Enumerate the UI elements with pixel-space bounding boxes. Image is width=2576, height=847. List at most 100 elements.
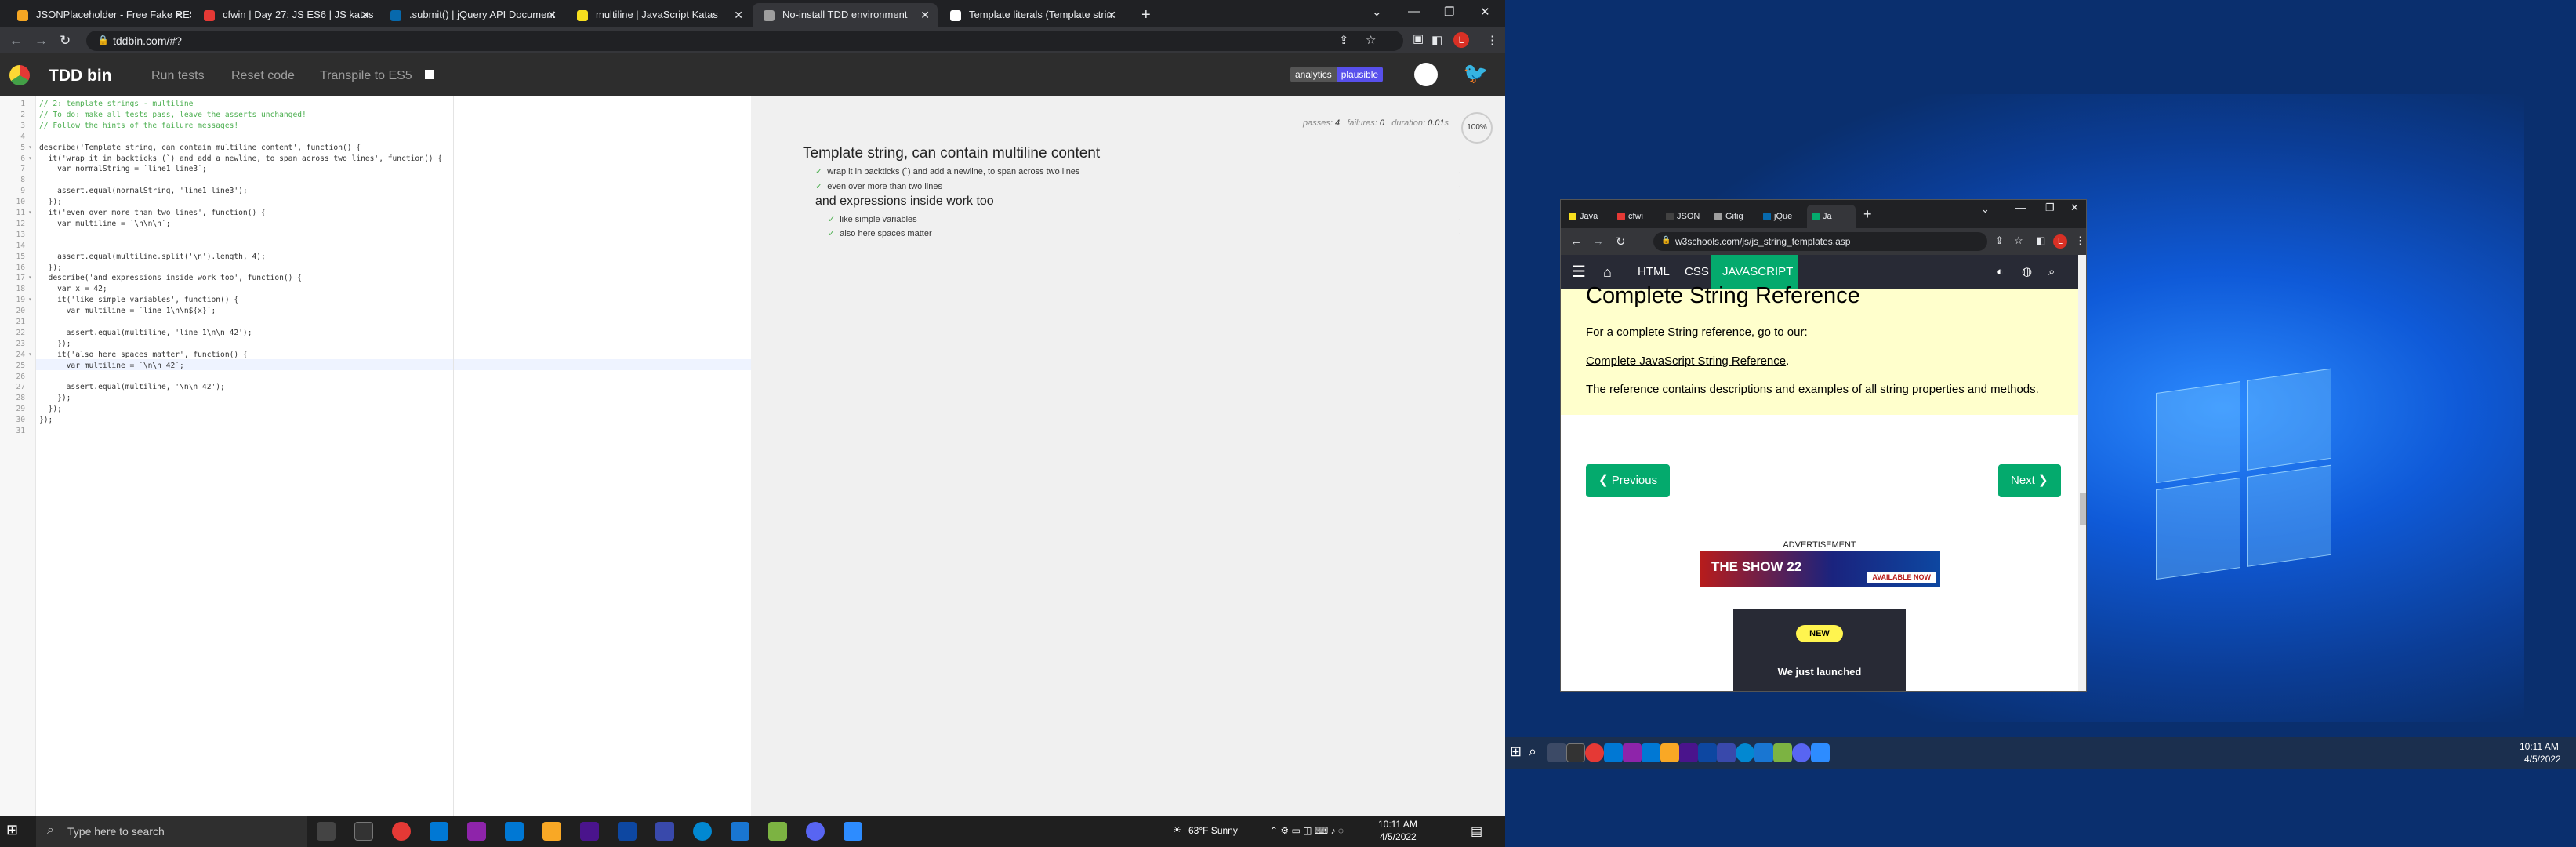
tab-template-literals[interactable]: Template literals (Template strin ✕ xyxy=(939,3,1124,27)
forward-icon[interactable]: → xyxy=(34,33,48,49)
transpile-checkbox[interactable] xyxy=(425,70,434,79)
close-icon[interactable]: ✕ xyxy=(174,9,183,22)
reload-icon[interactable]: ↻ xyxy=(1616,234,1626,249)
chrome-icon[interactable] xyxy=(1585,743,1604,762)
close-window-icon[interactable]: ✕ xyxy=(2070,202,2079,214)
mail-icon[interactable] xyxy=(1604,743,1623,762)
windows-start-icon[interactable]: ⊞ xyxy=(1510,743,1529,762)
close-icon[interactable]: ✕ xyxy=(734,9,743,22)
run-tests-button[interactable]: Run tests xyxy=(151,69,205,83)
bookmark-star-icon[interactable]: ☆ xyxy=(2014,234,2023,247)
clock-time[interactable]: 10:11 AM xyxy=(1378,819,1417,830)
edge-icon[interactable] xyxy=(693,822,712,841)
transpile-button[interactable]: Transpile to ES5 xyxy=(320,69,412,83)
code-line[interactable]: }); xyxy=(39,198,62,206)
code-line[interactable]: describe('and expressions inside work to… xyxy=(39,274,302,282)
address-bar[interactable]: 🔒 tddbin.com/#? xyxy=(86,31,1403,51)
minimize-icon[interactable]: — xyxy=(2015,202,2026,213)
close-icon[interactable]: ✕ xyxy=(920,9,930,22)
chrome-icon[interactable] xyxy=(392,822,411,841)
kebab-menu-icon[interactable]: ⋮ xyxy=(2075,234,2085,247)
notion-icon[interactable] xyxy=(354,822,373,841)
app-icon[interactable] xyxy=(655,822,674,841)
search-icon[interactable]: ⌕ xyxy=(1529,743,1547,762)
fold-arrow-icon[interactable]: ▾ xyxy=(28,144,32,151)
back-icon[interactable]: ← xyxy=(9,33,23,49)
close-icon[interactable]: ✕ xyxy=(1107,9,1116,22)
mail-icon[interactable] xyxy=(430,822,448,841)
analytics-badge[interactable]: analytics plausible xyxy=(1290,67,1384,82)
code-line[interactable]: var x = 42; xyxy=(39,285,107,293)
photoshop-icon[interactable] xyxy=(618,822,637,841)
code-line[interactable]: it('like simple variables', function() { xyxy=(39,296,238,304)
promo-card[interactable]: NEW We just launched xyxy=(1733,609,1906,691)
tab-json[interactable]: JSON xyxy=(1661,205,1710,228)
app-icon[interactable] xyxy=(1717,743,1736,762)
code-line[interactable]: }); xyxy=(39,405,62,413)
code-line[interactable]: }); xyxy=(39,340,71,348)
zoom-icon[interactable] xyxy=(1811,743,1830,762)
search-icon[interactable]: ⌕ xyxy=(2037,255,2066,289)
sidepanel-icon[interactable]: ◧ xyxy=(1431,33,1442,47)
windows-start-icon[interactable]: ⊞ xyxy=(6,822,25,841)
new-tab-icon[interactable]: + xyxy=(1141,6,1151,24)
code-line[interactable]: var multiline = `\n\n 42`; xyxy=(39,362,184,370)
tab-jquery[interactable]: jQue xyxy=(1758,205,1807,228)
close-icon[interactable]: ✕ xyxy=(361,9,370,22)
share-icon[interactable]: ⇪ xyxy=(1995,234,2004,247)
file-explorer-icon[interactable] xyxy=(1660,743,1679,762)
fold-arrow-icon[interactable]: ▾ xyxy=(28,351,32,358)
store-icon[interactable] xyxy=(1642,743,1660,762)
discord-icon[interactable] xyxy=(1792,743,1811,762)
clock-date[interactable]: 4/5/2022 xyxy=(1380,831,1417,842)
kebab-menu-icon[interactable]: ⋮ xyxy=(1486,33,1498,47)
minimize-icon[interactable]: — xyxy=(1408,5,1420,18)
tab-java[interactable]: Java xyxy=(1564,205,1613,228)
avatar[interactable]: L xyxy=(1453,32,1469,48)
code-line[interactable]: describe('Template string, can contain m… xyxy=(39,144,361,152)
premiere-icon[interactable] xyxy=(1679,743,1698,762)
zoom-icon[interactable] xyxy=(844,822,862,841)
sidepanel-icon[interactable]: ◧ xyxy=(2036,234,2045,247)
code-line[interactable]: var normalString = `line1 line3`; xyxy=(39,165,207,173)
reset-code-button[interactable]: Reset code xyxy=(231,69,295,83)
previous-button[interactable]: ❮ Previous xyxy=(1586,464,1671,497)
code-line[interactable]: // Follow the hints of the failure messa… xyxy=(39,122,238,130)
tab-js-katas[interactable]: multiline | JavaScript Katas ✕ xyxy=(566,3,751,27)
code-line[interactable]: }); xyxy=(39,394,71,402)
taskbar-search[interactable]: ⌕ Type here to search xyxy=(36,816,307,847)
system-tray-icons[interactable]: ⌃ ⚙ ▭ ◫ ⌨ ♪ ◌ xyxy=(1270,825,1344,836)
code-line[interactable]: it('even over more than two lines', func… xyxy=(39,209,266,217)
github-icon[interactable] xyxy=(1414,63,1438,86)
share-icon[interactable]: ⇪ xyxy=(1339,33,1349,47)
advertisement-banner[interactable]: THE SHOW 22 AVAILABLE NOW xyxy=(1700,551,1940,587)
forward-icon[interactable]: → xyxy=(1592,234,1604,248)
scrollbar-thumb[interactable] xyxy=(2080,493,2086,525)
file-explorer-icon[interactable] xyxy=(542,822,561,841)
close-icon[interactable]: ✕ xyxy=(547,9,557,22)
code-line[interactable]: }); xyxy=(39,416,53,424)
vscode-icon[interactable] xyxy=(1754,743,1773,762)
code-line[interactable]: var multiline = `\n\n\n`; xyxy=(39,220,170,228)
restore-icon[interactable]: ❐ xyxy=(1444,5,1454,19)
tab-gitignore[interactable]: Gitig xyxy=(1710,205,1758,228)
fold-arrow-icon[interactable]: ▾ xyxy=(28,154,32,162)
next-button[interactable]: Next ❯ xyxy=(1998,464,2061,497)
notion-icon[interactable] xyxy=(1566,743,1585,762)
code-line[interactable]: // To do: make all tests pass, leave the… xyxy=(39,111,307,119)
notification-icon[interactable]: ▤ xyxy=(1471,823,1482,839)
edge-icon[interactable] xyxy=(1736,743,1754,762)
reload-icon[interactable]: ↻ xyxy=(60,33,71,49)
app-icon[interactable] xyxy=(768,822,787,841)
tab-jquery-submit[interactable]: .submit() | jQuery API Document ✕ xyxy=(379,3,564,27)
twitter-icon[interactable]: 🐦 xyxy=(1463,61,1488,85)
tab-tdd-environment[interactable]: No-install TDD environment ✕ xyxy=(753,3,938,27)
restore-icon[interactable]: ❐ xyxy=(2045,202,2055,214)
premiere-icon[interactable] xyxy=(580,822,599,841)
code-line[interactable]: assert.equal(multiline.split('\n').lengt… xyxy=(39,253,266,261)
code-editor[interactable]: // 2: template strings - multiline // To … xyxy=(0,96,751,816)
tab-cfwin[interactable]: cfwin | Day 27: JS ES6 | JS katas ✕ xyxy=(193,3,378,27)
puzzle-extensions-icon[interactable]: ▣ xyxy=(1413,31,1424,45)
app-icon[interactable] xyxy=(467,822,486,841)
fold-arrow-icon[interactable]: ▾ xyxy=(28,209,32,216)
